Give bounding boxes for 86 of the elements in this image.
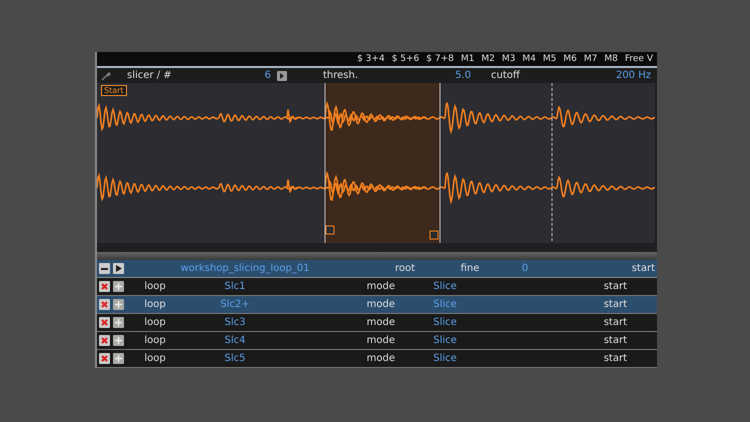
play-icon <box>116 265 122 272</box>
output-label[interactable]: M6 <box>563 54 577 64</box>
plus-icon <box>115 337 122 344</box>
mode-value[interactable]: Slice <box>395 353 495 364</box>
delete-button[interactable] <box>99 299 110 310</box>
slice-row[interactable]: loop Slc2+ mode Slice start <box>97 296 657 314</box>
slice-row[interactable]: loop Slc1 mode Slice start <box>97 278 657 296</box>
slice-row[interactable]: loop Slc4 mode Slice start <box>97 332 657 350</box>
cutoff-value[interactable]: 200 Hz <box>577 70 657 81</box>
close-icon <box>101 283 108 290</box>
slice-name: Slc5 <box>224 353 246 364</box>
add-button[interactable] <box>113 353 124 364</box>
slice-name: Slc2+ <box>219 299 251 310</box>
mode-value[interactable]: Slice <box>395 281 495 292</box>
mode-label: mode <box>366 281 395 292</box>
output-label[interactable]: Free V <box>624 54 653 64</box>
output-label[interactable]: $ 3+4 <box>357 54 385 64</box>
close-icon <box>101 319 108 326</box>
start-marker[interactable]: Start <box>101 85 127 96</box>
close-icon <box>101 301 108 308</box>
thresh-value[interactable]: 5.0 <box>407 70 477 81</box>
sample-header-row[interactable]: workshop_slicing_loop_01 root fine 0 start <box>97 260 657 278</box>
start-label: start <box>602 353 628 364</box>
thresh-label: thresh. <box>322 70 360 81</box>
slice-region[interactable] <box>97 83 325 243</box>
slice-region[interactable] <box>552 83 655 243</box>
slice-row[interactable]: loop Slc3 mode Slice start <box>97 314 657 332</box>
slice-marker[interactable] <box>324 83 326 243</box>
slice-type: loop <box>143 335 167 346</box>
mode-value[interactable]: Slice <box>395 335 495 346</box>
close-icon <box>101 337 108 344</box>
slicer-label: slicer / # <box>126 70 173 81</box>
output-label[interactable]: M5 <box>542 54 556 64</box>
slice-row[interactable]: loop Slc5 mode Slice start <box>97 350 657 368</box>
mode-value[interactable]: Slice <box>395 317 495 328</box>
output-label[interactable]: M4 <box>522 54 536 64</box>
start-label: start <box>602 281 628 292</box>
delete-button[interactable] <box>99 335 110 346</box>
start-label: start <box>602 299 628 310</box>
output-label[interactable]: $ 7+8 <box>426 54 454 64</box>
delete-button[interactable] <box>99 317 110 328</box>
slice-type: loop <box>143 299 167 310</box>
output-label[interactable]: M3 <box>502 54 516 64</box>
output-label[interactable]: $ 5+6 <box>392 54 420 64</box>
slicer-value[interactable]: 6 <box>187 70 277 81</box>
close-icon <box>101 355 108 362</box>
plus-icon <box>115 301 122 308</box>
sample-name: workshop_slicing_loop_01 <box>179 263 311 274</box>
slice-region[interactable] <box>440 83 552 243</box>
add-button[interactable] <box>113 335 124 346</box>
output-label[interactable]: M2 <box>481 54 495 64</box>
mode-label: mode <box>366 299 395 310</box>
delete-button[interactable] <box>99 353 110 364</box>
collapse-button[interactable] <box>99 263 110 274</box>
slice-name: Slc4 <box>224 335 246 346</box>
start-label: start <box>602 335 628 346</box>
slice-name: Slc1 <box>224 281 246 292</box>
slice-end-handle[interactable] <box>430 230 438 240</box>
slice-type: loop <box>143 353 167 364</box>
slice-region[interactable] <box>325 83 440 243</box>
mode-label: mode <box>366 353 395 364</box>
plus-icon <box>115 319 122 326</box>
output-label[interactable]: M7 <box>584 54 598 64</box>
delete-button[interactable] <box>99 281 110 292</box>
toggle-icon[interactable] <box>277 70 287 80</box>
plus-icon <box>115 355 122 362</box>
add-button[interactable] <box>113 317 124 328</box>
output-label[interactable]: M1 <box>460 54 474 64</box>
minus-icon <box>101 268 108 270</box>
cutoff-label: cutoff <box>490 70 521 81</box>
add-button[interactable] <box>113 281 124 292</box>
play-button[interactable] <box>113 263 124 274</box>
add-button[interactable] <box>113 299 124 310</box>
root-label: root <box>394 263 416 274</box>
plus-icon <box>115 283 122 290</box>
wrench-icon[interactable] <box>101 70 111 80</box>
start-label: start <box>602 317 628 328</box>
mode-label: mode <box>366 317 395 328</box>
slice-type: loop <box>143 317 167 328</box>
slice-start-handle[interactable] <box>326 226 334 234</box>
slice-type: loop <box>143 281 167 292</box>
fine-label: fine <box>460 263 480 274</box>
mode-label: mode <box>366 335 395 346</box>
start-label: start <box>630 263 656 274</box>
output-label[interactable]: M8 <box>604 54 618 64</box>
slice-name: Slc3 <box>224 317 246 328</box>
